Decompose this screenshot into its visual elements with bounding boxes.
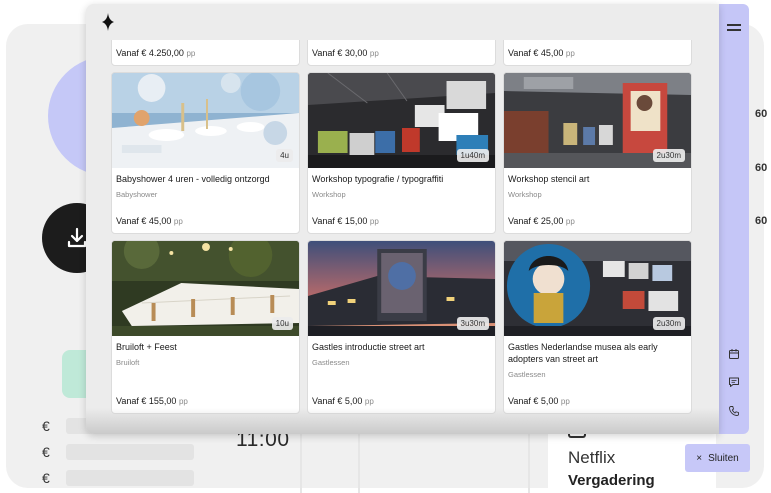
grid-divider	[358, 434, 360, 493]
card-category: Babyshower	[116, 190, 158, 199]
price-prefix: Vanaf	[508, 48, 531, 58]
price-prefix: Vanaf	[312, 396, 335, 406]
duration-badge: 10u	[271, 317, 293, 330]
event-brand: Netflix	[568, 448, 616, 467]
activities-modal: Vanaf € 4.250,00 pp Vanaf € 30,00 pp Van…	[86, 4, 719, 434]
card-price: Vanaf € 5,00 pp	[312, 396, 374, 406]
card-category: Workshop	[312, 190, 346, 199]
price-value: € 45,00	[141, 216, 172, 226]
price-value: € 30,00	[337, 48, 368, 58]
card-title: Gastles Nederlandse musea als early adop…	[508, 342, 658, 364]
price-value: € 4.250,00	[141, 48, 184, 58]
price-prefix: Vanaf	[116, 396, 139, 406]
price-prefix: Vanaf	[312, 48, 335, 58]
price-prefix: Vanaf	[508, 216, 531, 226]
price-unit: pp	[186, 49, 196, 58]
activity-card[interactable]: Vanaf € 45,00 pp	[503, 40, 692, 66]
card-price: Vanaf € 30,00 pp	[312, 48, 379, 58]
card-category: Workshop	[508, 190, 542, 199]
activity-card[interactable]: Vanaf € 30,00 pp	[307, 40, 496, 66]
currency-label: €	[42, 470, 50, 486]
close-button[interactable]: × Sluiten	[685, 444, 750, 472]
card-price: Vanaf € 45,00 pp	[508, 48, 575, 58]
price-unit: pp	[565, 217, 575, 226]
price-value: € 5,00	[533, 396, 559, 406]
grid-divider	[528, 434, 530, 493]
card-title: Workshop stencil art	[508, 174, 590, 184]
price-unit: pp	[364, 397, 374, 406]
placeholder-bar	[66, 444, 194, 460]
card-image	[112, 241, 299, 336]
price-value: € 155,00	[141, 396, 177, 406]
price-value: € 25,00	[533, 216, 564, 226]
activity-card-babyshower[interactable]: 4u Babyshower 4 uren - volledig ontzorgd…	[111, 72, 300, 234]
duration-badge: 2u30m	[652, 149, 685, 162]
modal-header	[86, 4, 719, 40]
card-price: Vanaf € 45,00 pp	[116, 216, 183, 226]
calendar-icon[interactable]	[728, 348, 740, 360]
duration-badge: 3u30m	[456, 317, 489, 330]
price-unit: pp	[369, 217, 379, 226]
activity-card[interactable]: Vanaf € 4.250,00 pp	[111, 40, 300, 66]
card-category: Gastlessen	[312, 358, 350, 367]
activity-card-gastles-musea[interactable]: 2u30m Gastles Nederlandse musea als earl…	[503, 240, 692, 414]
card-price: Vanaf € 155,00 pp	[116, 396, 188, 406]
card-image	[112, 73, 299, 168]
close-label: Sluiten	[708, 452, 739, 464]
close-icon: ×	[696, 452, 703, 464]
card-price: Vanaf € 4.250,00 pp	[116, 48, 195, 58]
card-category: Bruiloft	[116, 358, 140, 367]
price-unit: pp	[178, 397, 188, 406]
price-prefix: Vanaf	[508, 396, 531, 406]
currency-label: €	[42, 444, 50, 460]
price-prefix: Vanaf	[116, 48, 139, 58]
duration-badge: 2u30m	[652, 317, 685, 330]
right-number: 60	[755, 215, 768, 227]
right-number: 60	[755, 162, 768, 174]
card-price: Vanaf € 25,00 pp	[508, 216, 575, 226]
price-unit: pp	[560, 397, 570, 406]
price-unit: pp	[173, 217, 183, 226]
price-value: € 5,00	[337, 396, 363, 406]
card-title: Bruiloft + Feest	[116, 342, 177, 352]
activity-grid: Vanaf € 4.250,00 pp Vanaf € 30,00 pp Van…	[111, 40, 694, 414]
chat-icon[interactable]	[728, 376, 740, 388]
background-right-column	[750, 86, 771, 326]
menu-icon[interactable]	[727, 24, 741, 33]
card-title: Gastles introductie street art	[312, 342, 425, 352]
price-value: € 15,00	[337, 216, 368, 226]
card-title: Workshop typografie / typograffiti	[312, 174, 444, 184]
activity-card-bruiloft[interactable]: 10u Bruiloft + Feest Bruiloft Vanaf € 15…	[111, 240, 300, 414]
activity-card-stencil[interactable]: 2u30m Workshop stencil art Workshop Vana…	[503, 72, 692, 234]
currency-label: €	[42, 418, 50, 434]
modal-body[interactable]: Vanaf € 4.250,00 pp Vanaf € 30,00 pp Van…	[86, 40, 719, 434]
duration-badge: 1u40m	[456, 149, 489, 162]
right-number: 60	[755, 108, 768, 120]
activity-card-gastles-intro[interactable]: 3u30m Gastles introductie street art Gas…	[307, 240, 496, 414]
event-title: Vergadering	[568, 472, 655, 489]
card-title: Babyshower 4 uren - volledig ontzorgd	[116, 174, 270, 184]
price-prefix: Vanaf	[312, 216, 335, 226]
price-unit: pp	[369, 49, 379, 58]
grid-divider	[300, 434, 302, 493]
diamond-logo-icon[interactable]	[102, 13, 114, 31]
price-unit: pp	[565, 49, 575, 58]
phone-icon[interactable]	[728, 405, 740, 417]
activity-card-typografie[interactable]: 1u40m Workshop typografie / typograffiti…	[307, 72, 496, 234]
placeholder-bar	[66, 470, 194, 486]
duration-badge: 4u	[276, 149, 293, 162]
price-prefix: Vanaf	[116, 216, 139, 226]
card-category: Gastlessen	[508, 370, 546, 379]
card-price: Vanaf € 5,00 pp	[508, 396, 570, 406]
card-price: Vanaf € 15,00 pp	[312, 216, 379, 226]
side-rail	[719, 4, 749, 434]
price-value: € 45,00	[533, 48, 564, 58]
